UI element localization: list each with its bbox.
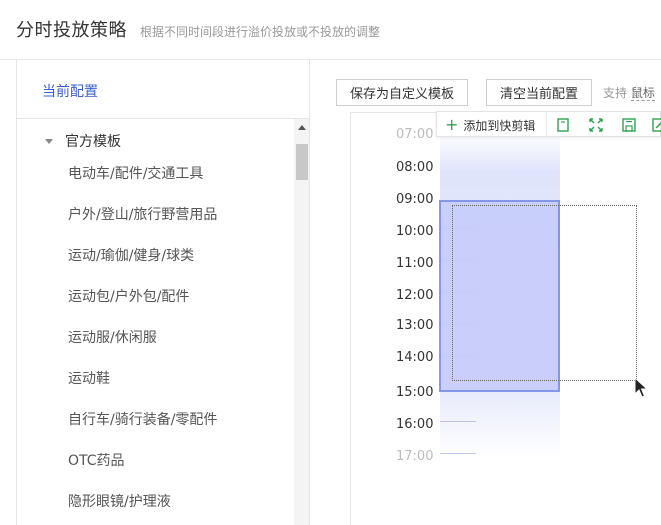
plus-icon: + xyxy=(445,115,459,134)
tree-item[interactable]: 自行车/骑行装备/零配件 xyxy=(68,410,217,430)
hour-label: 15:00 xyxy=(396,385,434,400)
scroll-up-icon[interactable] xyxy=(298,125,306,130)
tree-item[interactable]: 运动鞋 xyxy=(68,369,110,389)
hour-tick xyxy=(440,421,476,422)
hour-label: 10:00 xyxy=(396,224,434,239)
hour-label: 16:00 xyxy=(396,417,434,432)
time-schedule-grid[interactable]: 07:00 08:00 09:00 10:00 11:00 12:00 13:0… xyxy=(350,112,661,525)
tree-item[interactable]: OTC药品 xyxy=(68,451,125,471)
save-template-button[interactable]: 保存为自定义模板 xyxy=(336,79,468,106)
tree-scrollbar[interactable] xyxy=(294,119,309,525)
copy-icon[interactable] xyxy=(555,117,571,133)
mouse-cursor-icon xyxy=(634,377,648,398)
tree-item[interactable]: 户外/登山/旅行野营用品 xyxy=(68,205,217,225)
support-link[interactable]: 鼠标 xyxy=(630,86,655,101)
hour-label: 07:00 xyxy=(396,127,434,142)
toolbar-divider xyxy=(546,112,547,136)
scrollbar-thumb[interactable] xyxy=(296,144,308,180)
caret-down-icon[interactable] xyxy=(45,138,53,144)
tree-group-label: 官方模板 xyxy=(65,134,121,150)
tree-item[interactable]: 电动车/配件/交通工具 xyxy=(68,164,203,184)
hour-tick xyxy=(440,453,476,454)
support-hint: 支持 鼠标 xyxy=(603,84,655,101)
tree-item[interactable]: 隐形眼镜/护理液 xyxy=(68,492,171,512)
hour-label: 11:00 xyxy=(396,256,434,271)
current-config-item[interactable]: 当前配置 xyxy=(17,60,309,119)
fullscreen-icon[interactable] xyxy=(588,117,604,133)
current-config-label: 当前配置 xyxy=(42,84,98,100)
template-tree: 官方模板 电动车/配件/交通工具 户外/登山/旅行野营用品 运动/瑜伽/健身/球… xyxy=(17,119,294,525)
tree-item[interactable]: 运动/瑜伽/健身/球类 xyxy=(68,246,194,266)
hour-label: 17:00 xyxy=(396,449,434,464)
page-header: 分时投放策略 根据不同时间段进行溢价投放或不投放的调整 xyxy=(0,0,661,60)
add-to-clip-button[interactable]: + 添加到快剪辑 xyxy=(445,116,535,134)
hour-label: 08:00 xyxy=(396,160,434,175)
tree-item[interactable]: 运动包/户外包/配件 xyxy=(68,287,189,307)
clear-config-button[interactable]: 清空当前配置 xyxy=(486,79,592,106)
template-panel: 当前配置 官方模板 电动车/配件/交通工具 户外/登山/旅行野营用品 运动/瑜伽… xyxy=(16,60,310,525)
drag-selection-box xyxy=(452,205,637,381)
config-panel: 保存为自定义模板 清空当前配置 支持 鼠标 07:00 08:00 09:00 … xyxy=(310,60,661,525)
hour-label: 13:00 xyxy=(396,318,434,333)
screenshot-toolbar: + 添加到快剪辑 xyxy=(436,111,661,137)
hour-label: 09:00 xyxy=(396,192,434,207)
hour-label: 14:00 xyxy=(396,350,434,365)
page-subtitle: 根据不同时间段进行溢价投放或不投放的调整 xyxy=(140,25,381,39)
tree-item[interactable]: 运动服/休闲服 xyxy=(68,328,157,348)
hour-label: 12:00 xyxy=(396,288,434,303)
page-title: 分时投放策略 xyxy=(16,20,127,41)
add-to-clip-label: 添加到快剪辑 xyxy=(463,118,536,133)
save-icon[interactable] xyxy=(621,117,637,133)
tree-group-official[interactable]: 官方模板 xyxy=(45,131,121,151)
support-prefix: 支持 xyxy=(603,86,628,100)
edit-icon[interactable] xyxy=(651,117,661,133)
